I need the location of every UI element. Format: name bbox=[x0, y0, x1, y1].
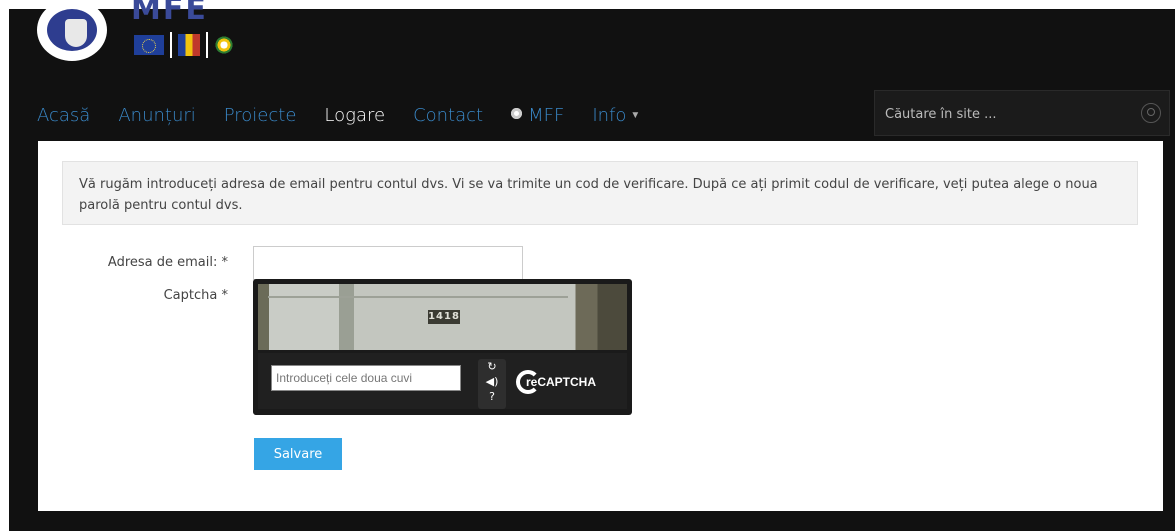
nav-item-mff-label: MFF bbox=[528, 104, 565, 126]
captcha-controls-area: ↻ ◀) ? reCAPTCHA bbox=[258, 353, 627, 409]
search-icon[interactable] bbox=[1141, 103, 1161, 123]
search-box bbox=[874, 90, 1170, 137]
ministry-emblem-icon[interactable] bbox=[37, 0, 107, 61]
refresh-icon[interactable]: ↻ bbox=[478, 359, 506, 374]
romania-flag-icon bbox=[178, 34, 200, 56]
captcha-image: 1418 bbox=[258, 284, 627, 350]
info-message: Vă rugăm introduceți adresa de email pen… bbox=[62, 161, 1138, 225]
save-button[interactable]: Salvare bbox=[254, 438, 342, 470]
star-logo-icon bbox=[214, 35, 234, 55]
nav-item-logare[interactable]: Logare bbox=[324, 105, 385, 126]
help-icon[interactable]: ? bbox=[478, 389, 506, 404]
divider bbox=[170, 32, 172, 58]
search-input[interactable] bbox=[875, 91, 1127, 137]
captcha-label: Captcha * bbox=[163, 288, 228, 303]
nav-item-proiecte[interactable]: Proiecte bbox=[224, 105, 297, 126]
nav-item-contact[interactable]: Contact bbox=[413, 105, 483, 126]
nav-item-mff[interactable]: MFF bbox=[511, 105, 564, 126]
captcha-image-text: 1418 bbox=[428, 310, 460, 324]
nav-item-info[interactable]: Info ▼ bbox=[592, 105, 640, 126]
divider bbox=[206, 32, 208, 58]
captcha-input[interactable] bbox=[271, 365, 461, 391]
recaptcha-ring-icon bbox=[516, 370, 540, 394]
email-field[interactable] bbox=[253, 246, 523, 280]
email-label: Adresa de email: * bbox=[107, 255, 228, 270]
captcha-control-buttons: ↻ ◀) ? bbox=[478, 359, 506, 409]
site-logo-text[interactable]: MFE bbox=[131, 0, 261, 21]
audio-icon[interactable]: ◀) bbox=[478, 374, 506, 389]
page-frame: MFE Acasă Anunțuri Proiecte Logare Conta… bbox=[9, 0, 1175, 531]
captcha-widget: 1418 ↻ ◀) ? reCAPTCHA bbox=[253, 279, 632, 415]
eu-flag-icon bbox=[134, 35, 164, 55]
nav-item-anunturi[interactable]: Anunțuri bbox=[118, 105, 195, 126]
logo-flags bbox=[134, 32, 234, 58]
main-nav: Acasă Anunțuri Proiecte Logare Contact M… bbox=[37, 95, 668, 135]
chevron-down-icon: ▼ bbox=[630, 110, 641, 121]
nav-item-info-label: Info bbox=[592, 104, 627, 126]
main-panel: Vă rugăm introduceți adresa de email pen… bbox=[38, 141, 1163, 511]
mff-dot-icon bbox=[511, 108, 523, 119]
recaptcha-logo: reCAPTCHA bbox=[516, 367, 616, 397]
nav-item-acasa[interactable]: Acasă bbox=[37, 105, 90, 126]
